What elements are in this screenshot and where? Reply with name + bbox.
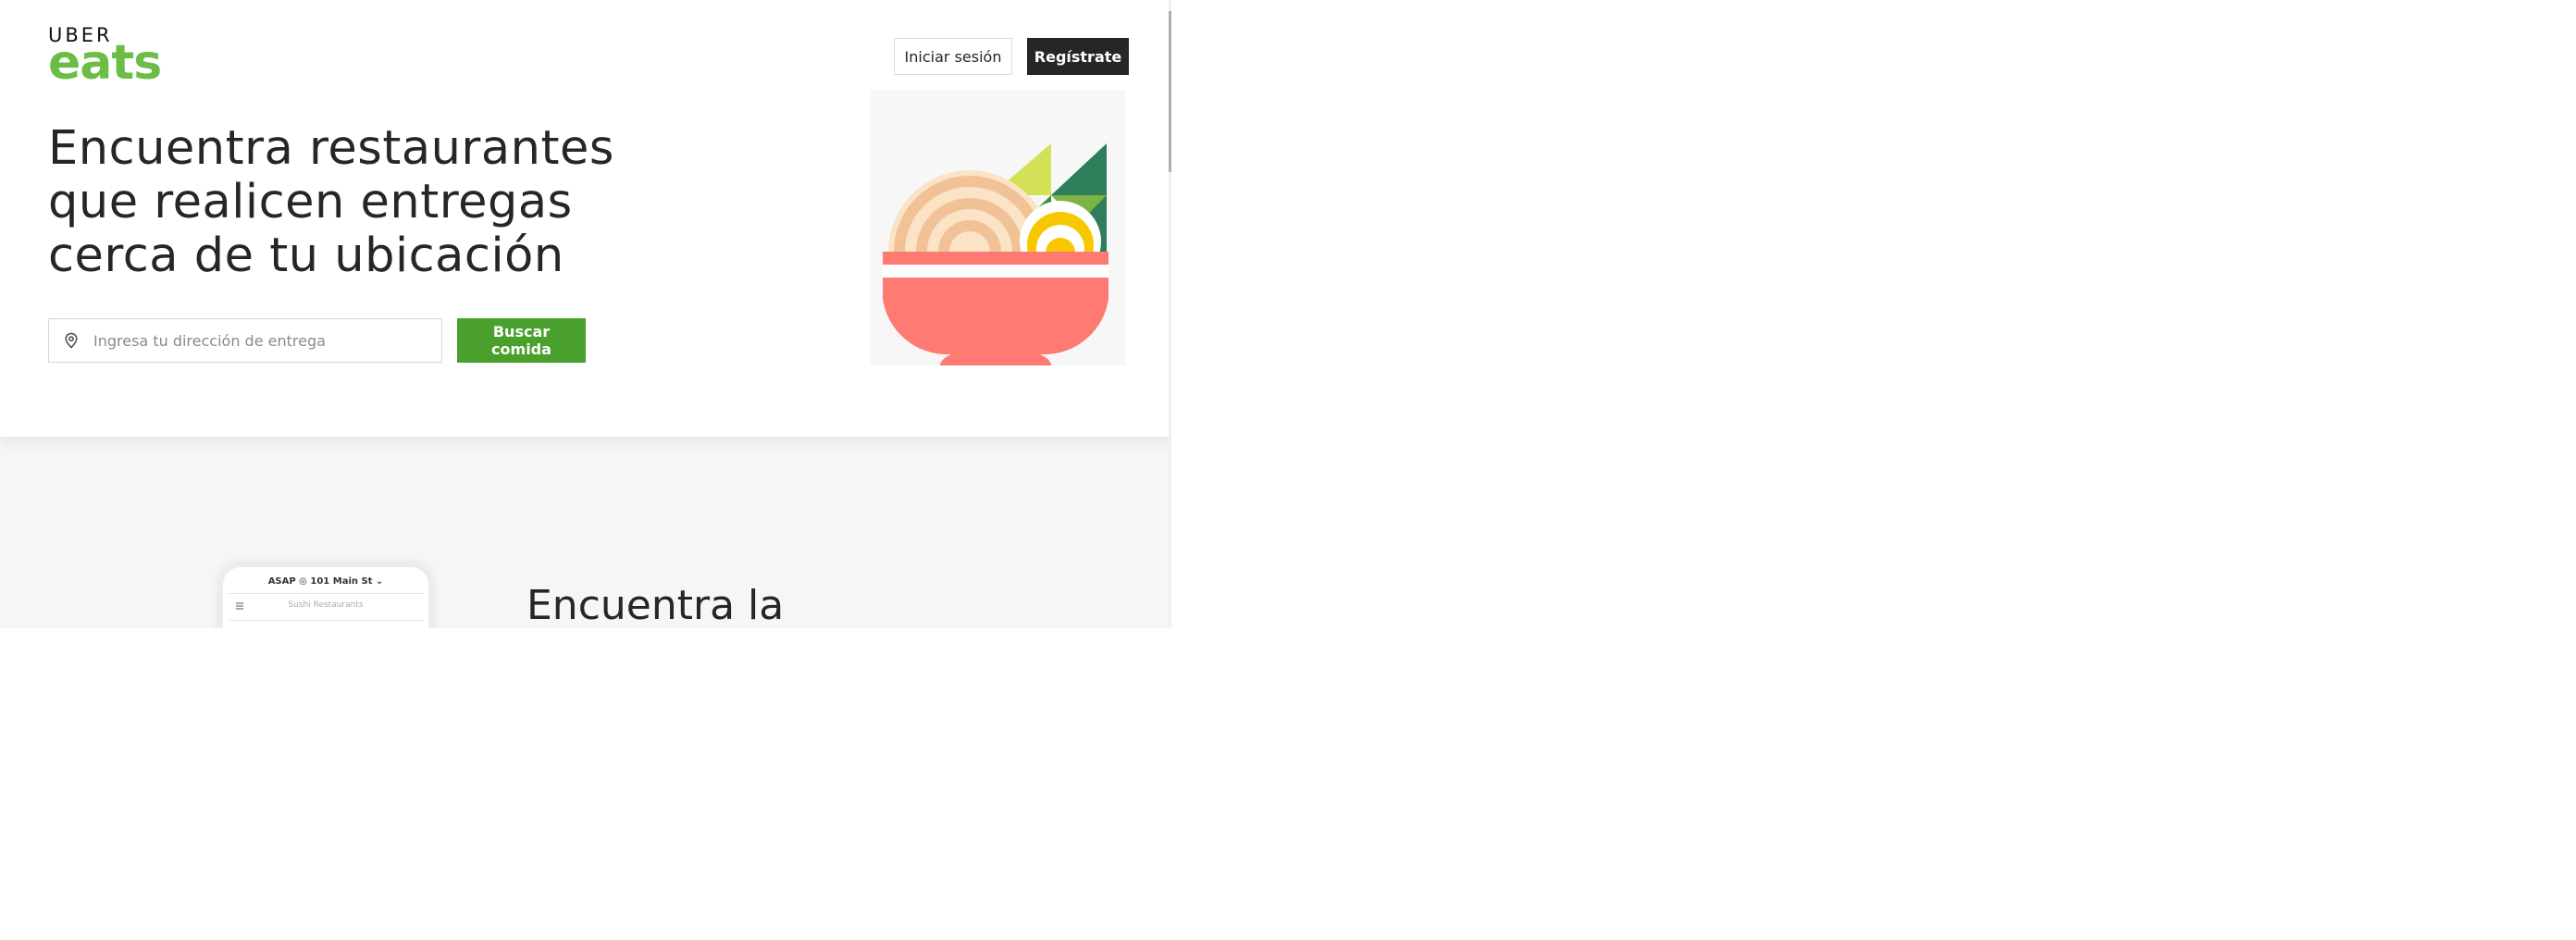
headline-line-1: Encuentra restaurantes (48, 121, 614, 176)
headline-line-3: cerca de tu ubicación (48, 229, 564, 283)
location-pin-icon (49, 332, 93, 349)
find-food-button[interactable]: Buscar comida (457, 318, 586, 363)
phone-status-text: ASAP ◎ 101 Main St ⌄ (267, 576, 384, 587)
section-title: Encuentra la (526, 582, 785, 628)
hero-headline: Encuentra restaurantes que realicen entr… (48, 122, 696, 283)
phone-mockup: ASAP ◎ 101 Main St ⌄ Sushi Restaurants (218, 563, 433, 628)
signup-button[interactable]: Regístrate (1027, 38, 1129, 75)
login-button[interactable]: Iniciar sesión (894, 38, 1012, 75)
phone-divider (229, 620, 423, 621)
headline-line-2: que realicen entregas (48, 175, 573, 229)
uber-eats-logo[interactable]: UBER eats (48, 26, 168, 91)
page-viewport: UBER eats Iniciar sesión Regístrate Encu… (0, 0, 1171, 628)
logo-text-eats: eats (48, 35, 162, 91)
phone-divider (229, 593, 423, 594)
hero-section: UBER eats Iniciar sesión Regístrate Encu… (0, 0, 1171, 437)
food-bowl-illustration (870, 90, 1125, 365)
delivery-address-input[interactable] (93, 322, 427, 359)
scrollbar-thumb[interactable] (1169, 11, 1171, 172)
address-search-box[interactable] (48, 318, 442, 363)
phone-search-placeholder: Sushi Restaurants (288, 600, 364, 610)
